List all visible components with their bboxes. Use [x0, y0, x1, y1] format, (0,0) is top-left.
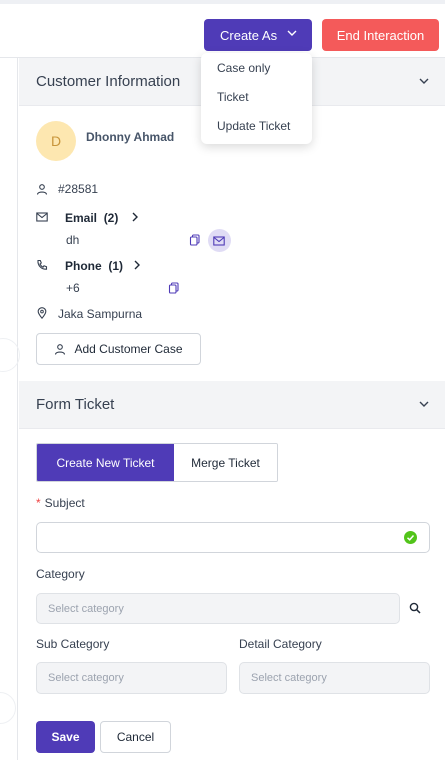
chevron-right-icon[interactable]	[129, 211, 141, 223]
mail-icon	[36, 212, 48, 222]
panel-title: Customer Information	[36, 73, 181, 90]
add-customer-case-label: Add Customer Case	[74, 342, 183, 356]
subject-label: * Subject	[36, 496, 85, 510]
menu-item-ticket[interactable]: Ticket	[217, 90, 249, 104]
form-ticket-header[interactable]: Form Ticket	[19, 381, 445, 429]
tab-label: Create New Ticket	[56, 455, 155, 470]
subject-input[interactable]	[36, 522, 430, 553]
menu-item-update-ticket[interactable]: Update Ticket	[217, 119, 290, 133]
cancel-button[interactable]: Cancel	[100, 721, 171, 753]
required-mark: *	[36, 496, 41, 510]
location-pin-icon	[37, 307, 47, 319]
create-as-dropdown: Case only Ticket Update Ticket	[201, 53, 312, 144]
detail-category-label: Detail Category	[239, 637, 322, 651]
email-label[interactable]: Email (2)	[65, 211, 118, 225]
interaction-header: Create As End Interaction	[0, 4, 445, 58]
customer-name: Dhonny Ahmad	[86, 130, 175, 144]
avatar: D	[36, 121, 76, 161]
customer-id: #28581	[58, 182, 99, 196]
create-as-button[interactable]: Create As	[204, 19, 312, 51]
phone-label[interactable]: Phone (1)	[65, 259, 123, 273]
create-as-label: Create As	[220, 27, 278, 43]
user-icon	[36, 184, 48, 195]
user-icon	[55, 344, 66, 355]
menu-item-case-only[interactable]: Case only	[217, 61, 270, 75]
sub-category-placeholder: Select category	[48, 672, 124, 684]
valid-check-icon	[404, 531, 417, 544]
phone-count: (1)	[108, 259, 124, 273]
sub-category-label: Sub Category	[36, 637, 110, 651]
phone-icon	[37, 259, 48, 270]
category-label: Category	[36, 567, 85, 581]
email-count: (2)	[103, 211, 119, 225]
detail-category-select[interactable]: Select category	[239, 662, 430, 694]
avatar-initial: D	[50, 133, 62, 149]
detail-category-placeholder: Select category	[251, 672, 327, 684]
copy-icon[interactable]	[168, 282, 180, 294]
mail-icon	[213, 236, 225, 246]
tab-merge-ticket[interactable]: Merge Ticket	[174, 444, 277, 481]
background-decoration	[0, 692, 16, 724]
copy-icon[interactable]	[189, 234, 201, 246]
add-customer-case-button[interactable]: Add Customer Case	[36, 333, 201, 365]
tab-create-new-ticket[interactable]: Create New Ticket	[37, 444, 174, 481]
category-select[interactable]: Select category	[36, 593, 400, 624]
tab-label: Merge Ticket	[191, 455, 260, 470]
email-label-text: Email	[65, 211, 98, 225]
phone-label-text: Phone	[65, 259, 102, 273]
search-icon[interactable]	[409, 602, 421, 614]
phone-value: +6	[66, 281, 80, 295]
sub-category-select[interactable]: Select category	[36, 662, 227, 694]
chevron-down-icon[interactable]	[417, 74, 431, 88]
subject-label-text: Subject	[44, 496, 85, 510]
customer-address: Jaka Sampurna	[58, 307, 143, 321]
email-value: dh	[66, 233, 80, 247]
ticket-mode-tabs: Create New Ticket Merge Ticket	[36, 443, 278, 482]
cancel-label: Cancel	[116, 730, 155, 744]
save-label: Save	[51, 730, 80, 744]
left-divider	[17, 58, 18, 760]
end-interaction-label: End Interaction	[336, 27, 425, 43]
chevron-right-icon[interactable]	[131, 259, 143, 271]
end-interaction-button[interactable]: End Interaction	[322, 19, 439, 51]
panel-title: Form Ticket	[36, 396, 115, 413]
chevron-down-icon	[287, 30, 297, 36]
save-button[interactable]: Save	[36, 721, 95, 753]
chevron-down-icon[interactable]	[417, 397, 431, 411]
category-placeholder: Select category	[48, 602, 124, 615]
